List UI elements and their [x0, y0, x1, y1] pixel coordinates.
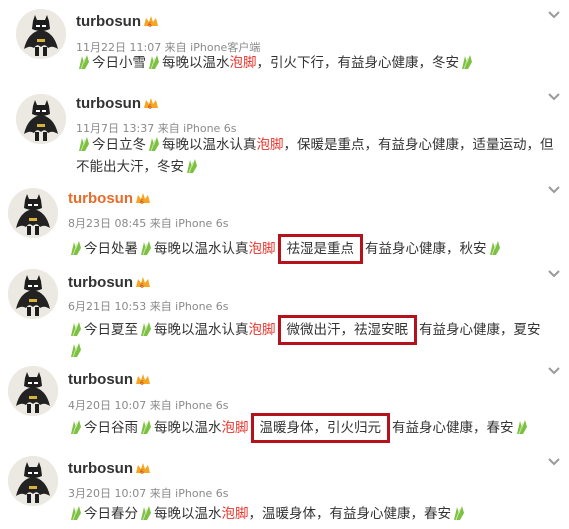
content-highlight[interactable]: 泡脚 — [249, 322, 276, 338]
vip-badge-icon: 6 — [136, 277, 150, 290]
content-highlight[interactable]: 泡脚 — [222, 420, 249, 436]
batman-avatar — [8, 188, 58, 238]
svg-text:6: 6 — [148, 104, 152, 111]
highlight-box: 祛湿是重点 — [277, 234, 363, 264]
content-before: 今日谷雨 — [84, 420, 138, 436]
content-highlight[interactable]: 泡脚 — [249, 241, 276, 257]
feed-post: turbosun 6 11月22日 11:07 来自 iPhone客户端 今日小… — [0, 0, 569, 87]
leaf-emoji-row — [68, 340, 84, 359]
vip-badge-icon: 6 — [136, 463, 150, 476]
content-before: 今日小雪 — [92, 55, 146, 71]
post-content: 今日春分 每晚以温水泡脚，温暖身体，有益身心健康，春安 — [68, 503, 467, 525]
highlight-box: 温暖身体，引火归元 — [250, 413, 390, 443]
vip-badge-icon: 6 — [136, 193, 150, 206]
post-content: 今日立冬 每晚以温水认真泡脚，保暖是重点，有益身心健康，适量运动，但不能出大汗，冬… — [76, 134, 556, 178]
avatar[interactable] — [16, 9, 66, 59]
content-after: 有益身心健康，秋安 — [365, 241, 487, 257]
svg-text:6: 6 — [140, 380, 144, 387]
avatar[interactable] — [8, 366, 58, 416]
leaf-emoji-icon — [488, 240, 502, 256]
feed-post: turbosun 6 8月23日 08:45 来自 iPhone 6s 今日处暑… — [0, 182, 569, 267]
batman-avatar — [8, 366, 58, 416]
post-content: 今日谷雨 每晚以温水泡脚 温暖身体，引火归元 有益身心健康，春安 — [68, 413, 530, 443]
leaf-emoji-icon — [185, 158, 199, 174]
username[interactable]: turbosun — [68, 371, 133, 388]
leaf-emoji-icon — [139, 321, 153, 337]
feed-post: turbosun 6 4月20日 10:07 来自 iPhone 6s 今日谷雨… — [0, 364, 569, 451]
leaf-emoji-icon — [139, 505, 153, 521]
feed-post: turbosun 6 11月7日 13:37 来自 iPhone 6s 今日立冬… — [0, 86, 569, 183]
post-content: 今日处暑 每晚以温水认真泡脚 祛湿是重点 有益身心健康，秋安 — [68, 234, 503, 264]
username[interactable]: turbosun — [68, 190, 133, 207]
post-timestamp[interactable]: 6月21日 10:53 来自 iPhone 6s — [68, 298, 229, 314]
content-mid: 每晚以温水认真 — [154, 241, 249, 257]
leaf-emoji-icon — [69, 342, 83, 358]
highlight-box: 微微出汗，祛湿安眠 — [277, 315, 417, 345]
chevron-down-icon[interactable] — [548, 186, 560, 194]
chevron-down-icon[interactable] — [548, 458, 560, 466]
content-mid: 每晚以温水认真 — [162, 137, 257, 153]
svg-text:6: 6 — [140, 199, 144, 206]
content-after: ，温暖身体，有益身心健康，春安 — [248, 506, 452, 522]
batman-avatar — [8, 269, 58, 319]
content-before: 今日夏至 — [84, 322, 138, 338]
avatar[interactable] — [8, 188, 58, 238]
leaf-emoji-icon — [147, 54, 161, 70]
post-timestamp[interactable]: 8月23日 08:45 来自 iPhone 6s — [68, 215, 229, 231]
username[interactable]: turbosun — [76, 13, 141, 30]
leaf-emoji-icon — [139, 419, 153, 435]
leaf-emoji-icon — [69, 240, 83, 256]
content-before: 今日立冬 — [92, 137, 146, 153]
content-mid: 每晚以温水认真 — [154, 322, 249, 338]
avatar[interactable] — [8, 269, 58, 319]
post-timestamp[interactable]: 3月20日 10:07 来自 iPhone 6s — [68, 485, 229, 501]
vip-badge-icon: 6 — [144, 98, 158, 111]
leaf-emoji-icon — [77, 54, 91, 70]
leaf-emoji-icon — [69, 505, 83, 521]
content-after: 有益身心健康，春安 — [392, 420, 514, 436]
feed-post: turbosun 6 3月20日 10:07 来自 iPhone 6s 今日春分… — [0, 450, 569, 529]
chevron-down-icon[interactable] — [548, 11, 560, 19]
chevron-down-icon[interactable] — [548, 93, 560, 101]
post-content: 今日夏至 每晚以温水认真泡脚 微微出汗，祛湿安眠 有益身心健康，夏安 — [68, 315, 541, 345]
svg-text:6: 6 — [140, 469, 144, 476]
username[interactable]: turbosun — [68, 460, 133, 477]
leaf-emoji-icon — [147, 136, 161, 152]
content-after: ，引火下行，有益身心健康，冬安 — [256, 55, 460, 71]
avatar[interactable] — [16, 94, 66, 144]
content-after: 有益身心健康，夏安 — [419, 322, 541, 338]
post-content: 今日小雪 每晚以温水泡脚，引火下行，有益身心健康，冬安 — [76, 52, 475, 74]
chevron-down-icon[interactable] — [548, 270, 560, 278]
leaf-emoji-icon — [452, 505, 466, 521]
leaf-emoji-icon — [460, 54, 474, 70]
leaf-emoji-icon — [139, 240, 153, 256]
username[interactable]: turbosun — [76, 95, 141, 112]
content-mid: 每晚以温水 — [162, 55, 230, 71]
svg-text:6: 6 — [140, 283, 144, 290]
svg-text:6: 6 — [148, 22, 152, 29]
content-highlight[interactable]: 泡脚 — [230, 55, 257, 71]
chevron-down-icon[interactable] — [548, 367, 560, 375]
avatar[interactable] — [8, 456, 58, 506]
content-before: 今日处暑 — [84, 241, 138, 257]
batman-avatar — [16, 9, 66, 59]
leaf-emoji-icon — [69, 321, 83, 337]
weibo-feed: turbosun 6 11月22日 11:07 来自 iPhone客户端 今日小… — [0, 0, 569, 529]
content-highlight[interactable]: 泡脚 — [222, 506, 249, 522]
vip-badge-icon: 6 — [144, 16, 158, 29]
batman-avatar — [8, 456, 58, 506]
content-before: 今日春分 — [84, 506, 138, 522]
content-mid: 每晚以温水 — [154, 420, 222, 436]
post-timestamp[interactable]: 4月20日 10:07 来自 iPhone 6s — [68, 397, 229, 413]
leaf-emoji-icon — [77, 136, 91, 152]
content-mid: 每晚以温水 — [154, 506, 222, 522]
batman-avatar — [16, 94, 66, 144]
leaf-emoji-icon — [69, 419, 83, 435]
feed-post: turbosun 6 6月21日 10:53 来自 iPhone 6s 今日夏至… — [0, 266, 569, 365]
content-highlight[interactable]: 泡脚 — [257, 137, 284, 153]
leaf-emoji-icon — [515, 419, 529, 435]
username[interactable]: turbosun — [68, 274, 133, 291]
vip-badge-icon: 6 — [136, 374, 150, 387]
